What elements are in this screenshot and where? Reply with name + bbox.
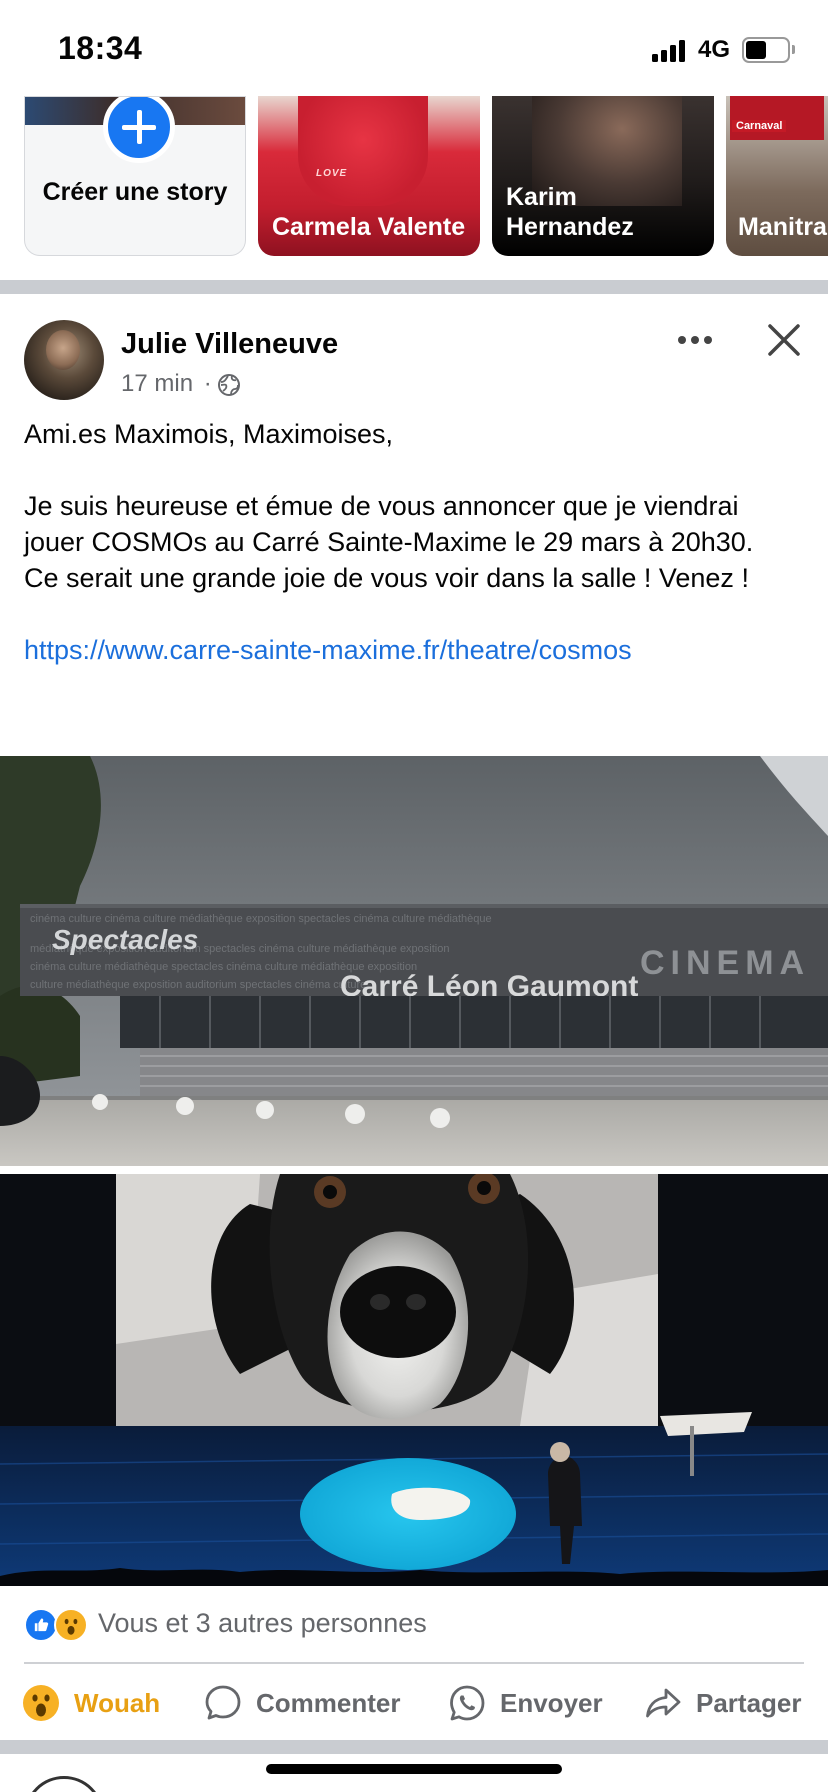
story-name: Karim Hernandez: [506, 183, 634, 241]
story-overlay-text: LOVE: [316, 168, 348, 179]
post-paragraph: Ami.es Maximois, Maximoises,: [24, 419, 394, 449]
post-meta: 17 min ·: [121, 370, 212, 398]
story-name: Manitra: [738, 213, 827, 241]
story-card[interactable]: LOVE Carmela Valente: [258, 96, 480, 256]
share-icon: [646, 1688, 681, 1718]
post-paragraph: Je suis heureuse et émue de vous annonce…: [24, 491, 754, 557]
wow-label: Wouah: [74, 1688, 161, 1718]
post-photo-building[interactable]: cinéma culture cinéma culture médiathèqu…: [0, 756, 828, 1166]
actions-divider: [24, 1662, 804, 1664]
network-type: 4G: [698, 36, 731, 63]
photo-separator: [0, 1166, 828, 1174]
reactions-text[interactable]: Vous et 3 autres personnes: [98, 1608, 427, 1639]
story-card[interactable]: Carnaval Manitra: [726, 96, 828, 256]
post-paragraph: [24, 452, 814, 488]
section-divider: [0, 1740, 828, 1754]
comment-label: Commenter: [256, 1688, 401, 1718]
signal-icon: [652, 38, 688, 62]
status-time: 18:34: [58, 30, 143, 66]
story-name: Carmela Valente: [272, 213, 466, 241]
wow-icon: [23, 1685, 59, 1721]
stories-tray[interactable]: Créer une story LOVE Carmela Valente Kar…: [0, 96, 828, 280]
post-time[interactable]: 17 min: [121, 370, 193, 397]
status-bar: 18:34 4G: [0, 0, 828, 96]
story-photo: [298, 96, 428, 206]
wow-button[interactable]: Wouah: [22, 1676, 172, 1728]
home-indicator[interactable]: [266, 1764, 562, 1774]
comment-icon: [205, 1685, 241, 1720]
facade-word: Spectacles: [52, 924, 198, 955]
comment-button[interactable]: Commenter: [204, 1676, 414, 1728]
more-options-icon[interactable]: [678, 336, 714, 346]
whatsapp-icon: [450, 1685, 485, 1721]
battery-tip: [792, 45, 795, 54]
building-illustration: cinéma culture cinéma culture médiathèqu…: [0, 756, 828, 1166]
story-overlay-text: Carnaval: [732, 120, 787, 132]
post-body: Ami.es Maximois, Maximoises, Je suis heu…: [24, 416, 814, 668]
add-story-icon[interactable]: [103, 97, 175, 163]
post-paragraph: Ce serait une grande joie de vous voir d…: [24, 563, 749, 593]
wow-reaction-icon: [54, 1608, 88, 1642]
battery-icon: [742, 37, 790, 63]
create-story-label: Créer une story: [42, 178, 228, 206]
next-post-avatar: [24, 1776, 104, 1792]
stage-illustration: [0, 1174, 828, 1586]
share-button[interactable]: Partager: [644, 1676, 814, 1728]
section-divider: [0, 280, 828, 294]
reactions-summary[interactable]: Vous et 3 autres personnes: [24, 1606, 804, 1646]
svg-text:culture médiathèque exposition: culture médiathèque exposition auditoriu…: [30, 979, 366, 991]
create-story-card[interactable]: Créer une story: [24, 96, 246, 256]
post-link[interactable]: https://www.carre-sainte-maxime.fr/theat…: [24, 632, 814, 668]
story-card[interactable]: Karim Hernandez: [492, 96, 714, 256]
send-button[interactable]: Envoyer: [448, 1676, 608, 1728]
post-actions: Wouah Commenter Envoyer Partager: [0, 1676, 828, 1728]
send-label: Envoyer: [500, 1688, 603, 1718]
like-reaction-icon: [24, 1608, 58, 1642]
post-photo-stage[interactable]: [0, 1174, 828, 1586]
avatar[interactable]: [24, 320, 104, 400]
share-label: Partager: [696, 1688, 802, 1718]
post-author[interactable]: Julie Villeneuve: [121, 328, 338, 361]
meta-separator: ·: [203, 370, 212, 397]
close-icon[interactable]: [766, 322, 802, 358]
globe-icon: [218, 374, 240, 396]
post-paragraph: [24, 596, 814, 632]
facade-side-word: CINEMA: [640, 944, 810, 982]
story-photo: [730, 96, 824, 140]
